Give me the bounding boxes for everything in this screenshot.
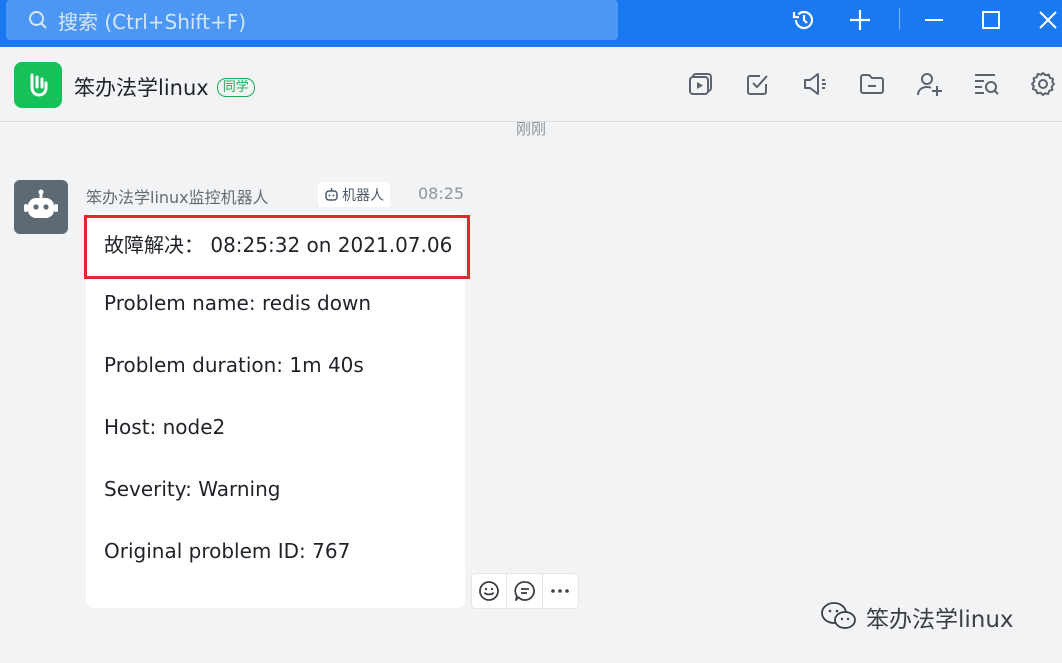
folder-icon[interactable] (857, 69, 887, 99)
more-icon[interactable] (543, 574, 578, 608)
task-icon[interactable] (743, 69, 773, 99)
emoji-icon[interactable] (472, 574, 508, 608)
search-history-icon[interactable] (971, 69, 1001, 99)
message-line-host: Host: node2 (104, 415, 226, 439)
chat-title: 笨办法学linux (74, 76, 209, 100)
robot-tag-label: 机器人 (342, 187, 384, 204)
watermark-text: 笨办法学linux (866, 607, 1014, 633)
time-separator: 刚刚 (515, 120, 546, 138)
message-line-problem-name: Problem name: redis down (104, 291, 372, 315)
title-bar: 搜索 (Ctrl+Shift+F) (0, 0, 1062, 47)
robot-tag-icon (325, 188, 338, 201)
robot-avatar[interactable] (14, 180, 68, 234)
search-input[interactable]: 搜索 (Ctrl+Shift+F) (6, 0, 618, 40)
group-type-badge: 同学 (216, 77, 255, 97)
sender-name[interactable]: 笨办法学linux监控机器人 (86, 184, 269, 208)
settings-icon[interactable] (1028, 69, 1058, 99)
chat-header: 笨办法学linux 同学 (0, 47, 1062, 122)
highlight-box (84, 215, 470, 279)
robot-icon (24, 189, 58, 218)
screen-share-icon[interactable] (686, 69, 716, 99)
plus-icon[interactable] (846, 6, 874, 34)
group-avatar[interactable] (14, 62, 62, 108)
add-member-icon[interactable] (914, 69, 944, 99)
message-line-severity: Severity: Warning (104, 477, 281, 501)
reply-icon[interactable] (507, 574, 543, 608)
robot-tag: 机器人 (318, 182, 390, 207)
maximize-icon[interactable] (977, 6, 1005, 34)
message-line-duration: Problem duration: 1m 40s (104, 353, 364, 377)
close-icon[interactable] (1034, 6, 1062, 34)
announcement-icon[interactable] (800, 69, 830, 99)
history-icon[interactable] (790, 6, 818, 34)
message-time: 08:25 (418, 184, 465, 203)
title-bar-divider (899, 8, 900, 30)
chat-title-row: 笨办法学linux 同学 (74, 72, 255, 102)
wechat-icon (821, 602, 856, 629)
search-icon (29, 11, 47, 29)
search-placeholder: 搜索 (Ctrl+Shift+F) (58, 9, 247, 34)
watermark: 笨办法学linux (820, 600, 1014, 634)
minimize-icon[interactable] (920, 6, 948, 34)
message-actions (471, 573, 579, 609)
message-line-problem-id: Original problem ID: 767 (104, 539, 351, 563)
hand-logo-icon (30, 73, 48, 97)
